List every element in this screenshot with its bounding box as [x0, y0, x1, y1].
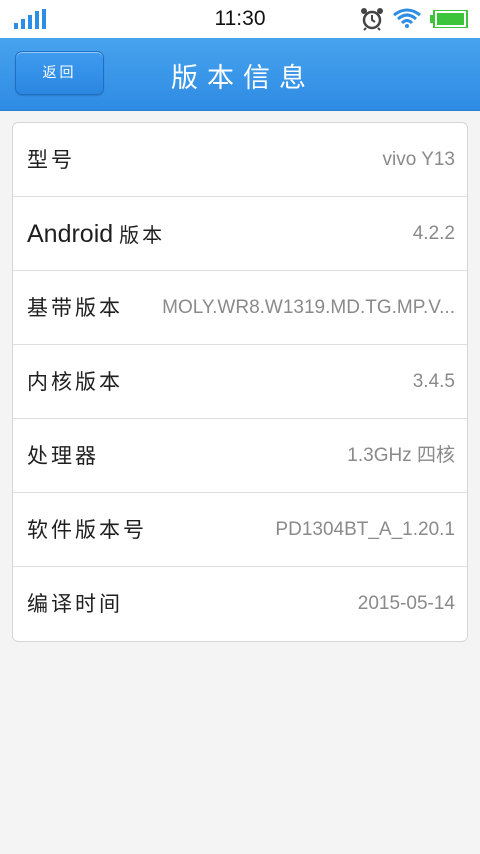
info-label-latin: Android: [27, 220, 114, 248]
page-title: 版本信息: [171, 63, 315, 94]
info-value: PD1304BT_A_1.20.1: [275, 519, 455, 540]
info-row-android-version: Android 版本 4.2.2: [13, 197, 467, 271]
info-label: 编译时间: [27, 592, 123, 616]
info-row-baseband-version: 基带版本 MOLY.WR8.W1319.MD.TG.MP.V...: [13, 271, 467, 345]
info-value: 4.2.2: [412, 223, 455, 244]
wifi-icon: [393, 8, 421, 28]
info-value: vivo Y13: [382, 149, 455, 170]
info-value: 1.3GHz 四核: [347, 445, 455, 466]
info-label: 处理器: [27, 444, 99, 468]
info-label: Android 版本: [27, 197, 165, 271]
info-label: 软件版本号: [27, 518, 147, 542]
version-info-list: 型号 vivo Y13 Android 版本 4.2.2 基带版本 MOLY.WR…: [12, 122, 468, 642]
info-label-suffix: 版本: [119, 223, 166, 247]
info-row-build-date: 编译时间 2015-05-14: [13, 567, 467, 641]
info-row-processor: 处理器 1.3GHz 四核: [13, 419, 467, 493]
info-label: 内核版本: [27, 370, 123, 394]
info-row-software-version: 软件版本号 PD1304BT_A_1.20.1: [13, 493, 467, 567]
info-row-kernel-version: 内核版本 3.4.5: [13, 345, 467, 419]
alarm-icon: [361, 8, 383, 31]
info-label: 型号: [27, 148, 75, 172]
info-row-model: 型号 vivo Y13: [13, 123, 467, 197]
info-value: MOLY.WR8.W1319.MD.TG.MP.V...: [162, 297, 455, 318]
info-label: 基带版本: [27, 296, 123, 320]
battery-icon: [430, 10, 468, 28]
app-header: 返回 版本信息: [0, 38, 480, 111]
info-value: 3.4.5: [412, 371, 455, 392]
status-bar: 11:30: [0, 0, 480, 38]
info-value: 2015-05-14: [357, 593, 455, 614]
